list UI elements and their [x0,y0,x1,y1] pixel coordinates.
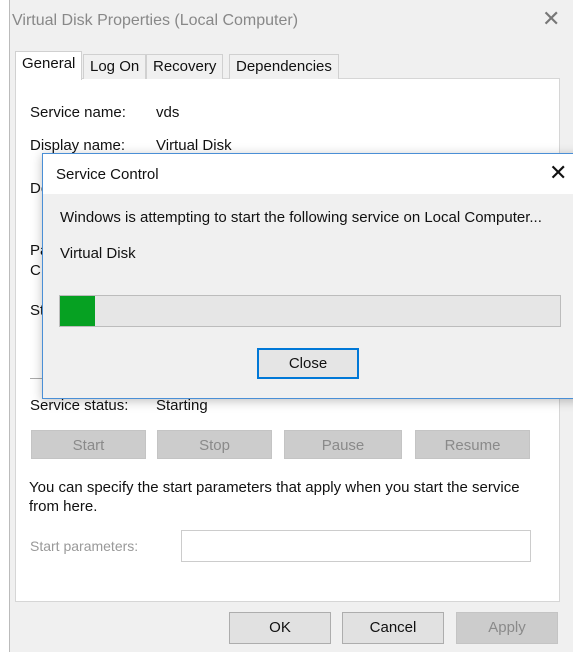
dialog-title: Service Control [56,166,159,183]
service-control-dialog: Service Control ✕ Windows is attempting … [42,153,573,399]
ok-button[interactable]: OK [229,612,331,644]
dialog-message: Windows is attempting to start the follo… [60,209,542,226]
start-button[interactable]: Start [31,430,146,459]
display-name-label: Display name: [30,137,126,154]
start-params-input[interactable] [181,530,531,562]
stop-button[interactable]: Stop [157,430,272,459]
pause-button[interactable]: Pause [284,430,402,459]
apply-button[interactable]: Apply [456,612,558,644]
service-status-value: Starting [156,397,208,414]
progress-fill [60,296,95,326]
tab-general[interactable]: General [15,51,83,80]
cancel-button[interactable]: Cancel [342,612,444,644]
service-name-value: vds [156,104,180,121]
service-status-label: Service status: [30,397,129,414]
tab-recovery[interactable]: Recovery [146,54,224,79]
service-name-label: Service name: [30,104,126,121]
window-title: Virtual Disk Properties (Local Computer) [12,12,299,29]
start-params-label: Start parameters: [30,538,139,554]
tab-log-on[interactable]: Log On [83,54,147,79]
tab-dependencies[interactable]: Dependencies [229,54,339,79]
progress-bar [59,295,561,327]
resume-button[interactable]: Resume [415,430,530,459]
close-button[interactable]: Close [257,348,359,379]
dialog-service-name: Virtual Disk [60,245,136,262]
close-icon[interactable]: ✕ [549,160,567,186]
close-icon[interactable]: ✕ [542,6,560,32]
start-params-hint: You can specify the start parameters tha… [29,479,520,515]
display-name-value: Virtual Disk [156,137,232,154]
